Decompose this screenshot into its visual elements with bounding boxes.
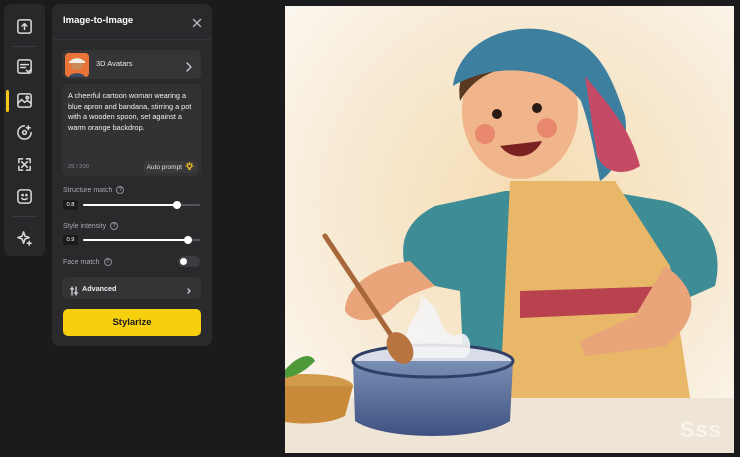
sliders-icon xyxy=(69,283,79,296)
slider-thumb[interactable] xyxy=(172,201,181,209)
chevron-right-icon xyxy=(185,59,193,72)
face-icon[interactable] xyxy=(12,184,37,209)
structure-match-slider[interactable] xyxy=(83,201,200,209)
prompt-text[interactable]: A cheerful cartoon woman wearing a blue … xyxy=(68,91,196,133)
structure-match-label: Structure match ? xyxy=(63,186,125,194)
help-icon[interactable]: ? xyxy=(116,186,125,194)
sparkle-icon[interactable] xyxy=(12,226,37,251)
tool-rail xyxy=(4,4,45,256)
toggle-knob xyxy=(180,258,187,265)
slider-thumb[interactable] xyxy=(184,236,193,244)
style-intensity-slider[interactable] xyxy=(83,236,200,244)
panel-title: Image-to-Image xyxy=(63,15,134,26)
lightbulb-icon xyxy=(185,161,194,173)
advanced-settings-row[interactable]: Advanced xyxy=(62,277,201,299)
result-canvas[interactable]: Sss xyxy=(285,6,734,453)
structure-match-text: Structure match xyxy=(63,186,113,194)
help-icon[interactable]: ? xyxy=(110,222,119,230)
advanced-label: Advanced xyxy=(82,284,117,293)
rail-divider xyxy=(12,46,37,47)
structure-match-value: 0.8 xyxy=(63,200,78,210)
slider-fill xyxy=(83,204,177,206)
style-thumbnail xyxy=(65,53,89,77)
result-image xyxy=(285,6,734,453)
upload-image-icon[interactable] xyxy=(12,14,37,39)
style-intensity-value: 0.9 xyxy=(63,235,78,245)
panel-divider xyxy=(52,39,212,40)
help-icon[interactable]: ? xyxy=(103,258,112,266)
slider-fill xyxy=(83,239,189,241)
text-to-image-icon[interactable] xyxy=(12,54,37,79)
watermark: Sss xyxy=(679,417,722,442)
upscale-icon[interactable] xyxy=(12,152,37,177)
image-to-image-icon[interactable] xyxy=(12,88,37,113)
rail-divider xyxy=(12,216,37,217)
face-match-toggle[interactable] xyxy=(178,256,200,267)
image-to-image-panel: Image-to-Image 3D Avatars A cheerful car… xyxy=(52,4,212,346)
style-intensity-label: Style intensity ? xyxy=(63,222,119,230)
character-count: 25 / 200 xyxy=(68,164,89,170)
close-icon[interactable] xyxy=(192,15,202,28)
auto-prompt-button[interactable]: Auto prompt xyxy=(143,161,197,173)
chevron-right-icon xyxy=(185,283,193,294)
active-tool-indicator xyxy=(6,90,9,112)
style-intensity-text: Style intensity xyxy=(63,222,107,230)
stylarize-button[interactable]: Stylarize xyxy=(63,309,201,336)
retouch-icon[interactable] xyxy=(12,120,37,145)
face-match-text: Face match xyxy=(63,258,100,266)
prompt-input[interactable]: A cheerful cartoon woman wearing a blue … xyxy=(62,84,201,176)
auto-prompt-label: Auto prompt xyxy=(146,163,182,171)
style-selector[interactable]: 3D Avatars xyxy=(62,50,201,79)
face-match-label: Face match ? xyxy=(63,258,112,266)
style-name: 3D Avatars xyxy=(96,59,133,68)
